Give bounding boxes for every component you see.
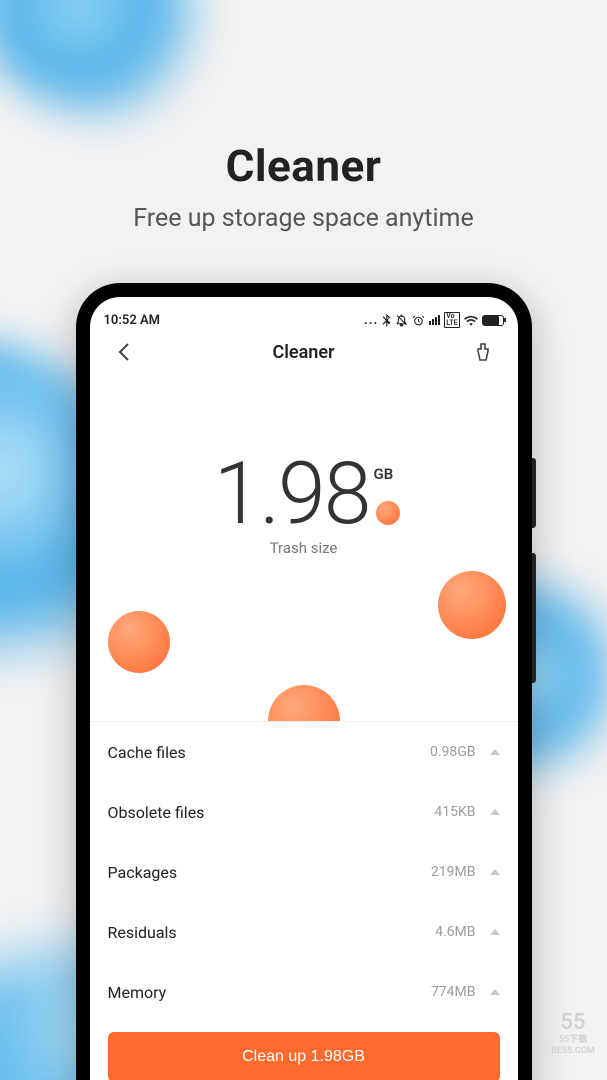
chevron-left-icon bbox=[118, 342, 130, 362]
chevron-up-icon bbox=[490, 749, 500, 755]
watermark: 55 55下载 BE55.COM bbox=[545, 1010, 601, 1056]
category-size: 774MB bbox=[431, 984, 476, 1000]
list-item[interactable]: Memory 774MB bbox=[90, 962, 518, 1022]
back-button[interactable] bbox=[108, 336, 140, 368]
list-item[interactable]: Residuals 4.6MB bbox=[90, 902, 518, 962]
page-heading: Cleaner Free up storage space anytime bbox=[0, 140, 607, 233]
status-indicators: ... VoLTE bbox=[364, 312, 504, 328]
category-size: 4.6MB bbox=[435, 924, 475, 940]
trash-size-value: 1.98 bbox=[214, 451, 370, 537]
page-subtitle: Free up storage space anytime bbox=[0, 204, 607, 233]
category-label: Residuals bbox=[108, 923, 177, 942]
cleanup-settings-button[interactable] bbox=[467, 336, 499, 368]
status-time: 10:52 AM bbox=[104, 313, 161, 328]
decorative-bubble bbox=[268, 685, 340, 721]
broom-icon bbox=[474, 342, 492, 362]
volte-icon: VoLTE bbox=[444, 312, 459, 328]
app-header: Cleaner bbox=[90, 329, 518, 381]
category-list: Cache files 0.98GB Obsolete files 415KB … bbox=[90, 721, 518, 1022]
chevron-up-icon bbox=[490, 809, 500, 815]
hero-section: 1.98 GB Trash size bbox=[90, 381, 518, 721]
decorative-bubble bbox=[376, 501, 400, 525]
wifi-icon bbox=[464, 315, 478, 326]
category-label: Obsolete files bbox=[108, 803, 205, 822]
trash-size-label: Trash size bbox=[90, 539, 518, 557]
page-title: Cleaner bbox=[0, 140, 607, 192]
decorative-bubble bbox=[438, 571, 506, 639]
alarm-icon bbox=[412, 314, 425, 327]
list-item[interactable]: Obsolete files 415KB bbox=[90, 782, 518, 842]
category-label: Packages bbox=[108, 863, 178, 882]
chevron-up-icon bbox=[490, 989, 500, 995]
status-bar: 10:52 AM ... VoLTE bbox=[90, 297, 518, 329]
clean-up-button[interactable]: Clean up 1.98GB bbox=[108, 1032, 500, 1080]
notifications-off-icon bbox=[395, 314, 408, 327]
chevron-up-icon bbox=[490, 929, 500, 935]
phone-screen: 10:52 AM ... VoLTE Cleaner bbox=[90, 297, 518, 1080]
signal-icon bbox=[429, 315, 440, 325]
background-splash bbox=[0, 0, 249, 151]
trash-size-unit: GB bbox=[373, 465, 393, 483]
category-size: 415KB bbox=[434, 804, 475, 820]
chevron-up-icon bbox=[490, 869, 500, 875]
screen-title: Cleaner bbox=[272, 342, 334, 363]
more-icon: ... bbox=[364, 313, 378, 328]
bluetooth-icon bbox=[382, 314, 391, 327]
category-size: 219MB bbox=[431, 864, 476, 880]
phone-mockup: 10:52 AM ... VoLTE Cleaner bbox=[76, 283, 532, 1080]
category-label: Memory bbox=[108, 983, 167, 1002]
decorative-bubble bbox=[108, 611, 170, 673]
category-size: 0.98GB bbox=[430, 744, 476, 760]
clean-up-label: Clean up 1.98GB bbox=[242, 1048, 365, 1066]
list-item[interactable]: Cache files 0.98GB bbox=[90, 722, 518, 782]
list-item[interactable]: Packages 219MB bbox=[90, 842, 518, 902]
category-label: Cache files bbox=[108, 743, 186, 762]
battery-icon bbox=[482, 315, 504, 326]
